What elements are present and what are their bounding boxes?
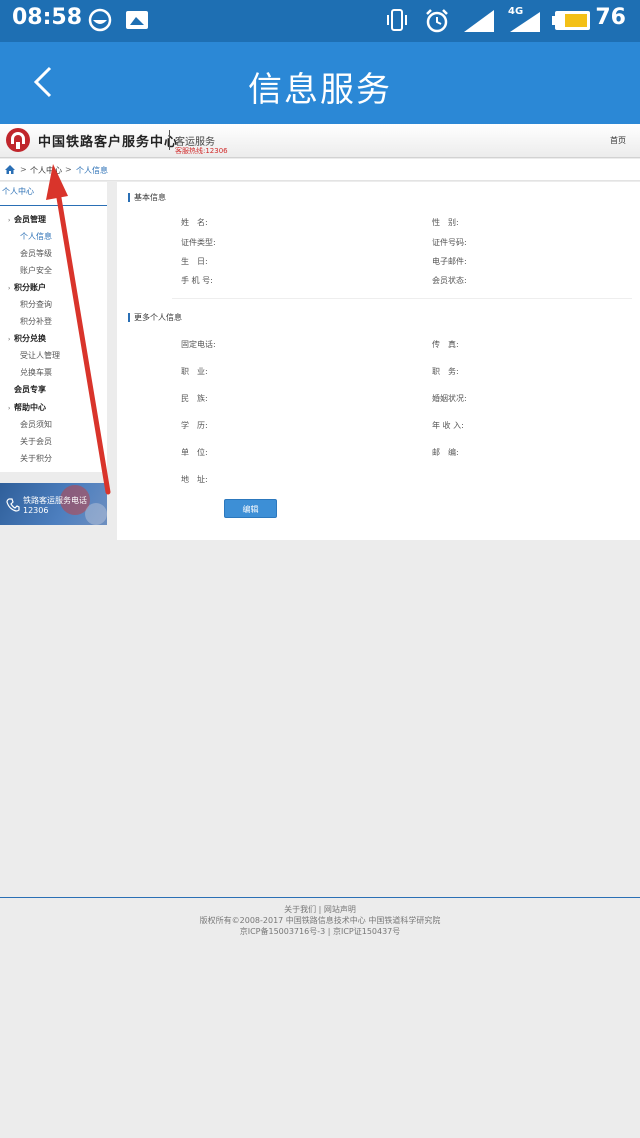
alarm-icon — [426, 9, 448, 33]
footer-divider — [0, 897, 640, 898]
emoji-icon — [88, 8, 112, 32]
section-divider — [172, 298, 632, 299]
basic-info-title: 基本信息 — [128, 193, 166, 202]
postcode-label: 邮 编: — [432, 448, 459, 457]
page-title: 信息服务 — [248, 70, 392, 110]
footer-links[interactable]: 关于我们 | 网站声明 — [0, 904, 640, 915]
breadcrumb-separator: > — [65, 165, 72, 174]
sidebar-title: 个人中心 — [0, 186, 107, 206]
sidebar-group-member-exclusive[interactable]: 会员专享 — [8, 384, 46, 395]
sidebar-group-points-exchange[interactable]: › 积分兑换 — [8, 333, 46, 344]
member-status-label: 会员状态: — [432, 276, 467, 285]
hotline-banner-number: 12306 — [23, 506, 49, 515]
mobile-label: 手 机 号: — [181, 276, 213, 285]
app-bar: 信息服务 — [0, 42, 640, 124]
edit-button[interactable]: 编辑 — [224, 499, 277, 518]
birthday-label: 生 日: — [181, 257, 208, 266]
hotline-text: 客服热线:12306 — [175, 147, 228, 155]
ethnicity-label: 民 族: — [181, 394, 208, 403]
name-label: 姓 名: — [181, 218, 208, 227]
home-icon[interactable] — [5, 165, 15, 174]
sidebar-item-points-makeup[interactable]: 积分补登 — [20, 316, 52, 327]
hotline-banner-label: 铁路客运服务电话 — [23, 496, 87, 505]
occupation-label: 职 业: — [181, 367, 208, 376]
position-label: 职 务: — [432, 367, 459, 376]
site-brand[interactable]: 中国铁路客户服务中心 — [38, 131, 178, 150]
breadcrumb: > 个人中心 > 个人信息 — [0, 159, 640, 181]
image-icon — [126, 11, 148, 29]
status-bar: 08:58 4G 76 — [0, 0, 640, 42]
fax-label: 传 真: — [432, 340, 459, 349]
sidebar-item-account-security[interactable]: 账户安全 — [20, 265, 52, 276]
address-label: 地 址: — [181, 475, 208, 484]
footer-icp: 京ICP备15003716号-3 | 京ICP证150437号 — [239, 927, 401, 936]
header-divider — [169, 130, 170, 150]
footer: 关于我们 | 网站声明 版权所有©2008-2017 中国铁路信息技术中心 中国… — [0, 904, 640, 937]
sidebar-item-personal-info[interactable]: 个人信息 — [20, 231, 52, 242]
breadcrumb-separator: > — [20, 165, 27, 174]
sidebar-item-points-query[interactable]: 积分查询 — [20, 299, 52, 310]
home-link[interactable]: 首页 — [610, 135, 626, 146]
vibrate-icon — [387, 9, 407, 31]
signal-icon — [464, 10, 494, 32]
landline-label: 固定电话: — [181, 340, 216, 349]
sidebar-group-help-center[interactable]: › 帮助中心 — [8, 402, 46, 413]
education-label: 学 历: — [181, 421, 208, 430]
email-label: 电子邮件: — [432, 257, 467, 266]
sidebar: 个人中心 › 会员管理 个人信息 会员等级 账户安全 › 积分账户 积分查询 积分补… — [0, 182, 107, 472]
sidebar-item-member-notice[interactable]: 会员须知 — [20, 419, 52, 430]
sidebar-item-about-member[interactable]: 关于会员 — [20, 436, 52, 447]
railway-logo-icon[interactable] — [6, 128, 30, 152]
signal-4g-icon — [510, 12, 540, 32]
id-type-label: 证件类型: — [181, 238, 216, 247]
sidebar-item-about-points[interactable]: 关于积分 — [20, 453, 52, 464]
employer-label: 单 位: — [181, 448, 208, 457]
battery-level: 76 — [595, 5, 626, 30]
phone-icon — [6, 498, 20, 512]
battery-icon — [552, 11, 590, 30]
personal-info-panel: 基本信息 姓 名: 性 别: 证件类型: 证件号码: 生 日: 电子邮件: 手 … — [117, 182, 640, 540]
footer-copyright: 版权所有©2008-2017 中国铁路信息技术中心 中国铁道科学研究院 — [199, 916, 441, 925]
gender-label: 性 别: — [432, 218, 459, 227]
sidebar-item-member-level[interactable]: 会员等级 — [20, 248, 52, 259]
breadcrumb-personal-center[interactable]: 个人中心 — [30, 165, 62, 176]
site-header: 中国铁路客户服务中心 客运服务 客服热线:12306 首页 — [0, 124, 640, 158]
hotline-banner[interactable]: 铁路客运服务电话 12306 — [0, 483, 107, 525]
breadcrumb-personal-info: 个人信息 — [76, 166, 108, 175]
income-label: 年 收 入: — [432, 421, 464, 430]
id-number-label: 证件号码: — [432, 238, 467, 247]
sidebar-group-points-account[interactable]: › 积分账户 — [8, 282, 46, 293]
sidebar-item-transferee-mgmt[interactable]: 受让人管理 — [20, 350, 60, 361]
more-info-title: 更多个人信息 — [128, 313, 182, 322]
sidebar-item-exchange-ticket[interactable]: 兑换车票 — [20, 367, 52, 378]
marital-status-label: 婚姻状况: — [432, 394, 467, 403]
sidebar-group-member-mgmt[interactable]: › 会员管理 — [8, 214, 46, 225]
clock: 08:58 — [12, 5, 83, 30]
